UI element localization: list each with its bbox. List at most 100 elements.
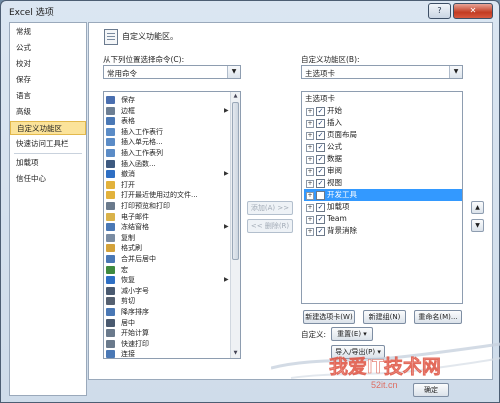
border-icon [106,106,115,115]
tab-visibility-checkbox[interactable] [316,191,325,200]
ribbon-tab-item[interactable]: + ✓ 背景消除 [304,225,462,237]
ribbon-tab-item[interactable]: + ✓ 开始 [304,105,462,117]
expand-icon[interactable]: + [306,132,314,140]
nav-item-quick-access-toolbar[interactable]: 快速访问工具栏 [10,137,86,151]
nav-item-trust-center[interactable]: 信任中心 [10,172,86,186]
tab-visibility-checkbox[interactable]: ✓ [316,107,325,116]
cut-icon [106,297,115,306]
expand-icon[interactable]: + [306,168,314,176]
customize-label: 自定义: [301,330,327,339]
expand-icon[interactable]: + [306,156,314,164]
expand-icon[interactable]: + [306,204,314,212]
tab-visibility-checkbox[interactable]: ✓ [316,167,325,176]
submenu-arrow-icon: ▶ [224,106,229,114]
ribbon-tab-item[interactable]: + ✓ 页面布局 [304,129,462,141]
move-up-button[interactable]: ▲ [471,201,484,214]
print-preview-icon [106,202,115,210]
tab-visibility-checkbox[interactable]: ✓ [316,215,325,224]
choose-commands-value: 常用命令 [107,69,137,78]
window-title: Excel 选项 [9,8,54,18]
expand-icon[interactable]: + [306,216,314,224]
ribbon-tabs-value: 主选项卡 [305,69,335,78]
close-button[interactable]: ✕ [453,3,493,19]
expand-icon[interactable]: + [306,228,314,236]
ribbon-tab-item[interactable]: + ✓ 数据 [304,153,462,165]
tab-visibility-checkbox[interactable]: ✓ [316,131,325,140]
align-center-icon [106,318,115,327]
commands-scrollbar[interactable]: ▲ ▼ [230,92,240,358]
sort-descending-icon [106,308,115,316]
submenu-arrow-icon: ▶ [224,276,229,284]
tab-visibility-checkbox[interactable]: ✓ [316,203,325,212]
ribbon-tab-item[interactable]: + ✓ 视图 [304,177,462,189]
ribbon-tabs-dropdown[interactable]: 主选项卡 ▼ [301,65,463,79]
tab-visibility-checkbox[interactable]: ✓ [316,155,325,164]
ribbon-tab-label: 视图 [327,178,342,187]
ribbon-tab-label: 数据 [327,154,342,163]
help-button[interactable]: ? [428,3,451,19]
remove-button[interactable]: << 删除(R) [247,219,293,233]
watermark-url: 52it.cn [371,380,398,390]
table-icon [106,117,115,126]
nav-item-customize-ribbon[interactable]: 自定义功能区 [10,121,86,135]
rename-button[interactable]: 重命名(M)... [414,310,462,324]
expand-icon[interactable]: + [306,180,314,188]
quick-print-icon [106,339,115,348]
chevron-down-icon: ▾ [363,330,367,338]
customize-ribbon-icon [104,29,118,45]
scroll-up-icon[interactable]: ▲ [231,92,240,101]
ribbon-tab-item[interactable]: + ✓ 审阅 [304,165,462,177]
ribbon-tab-item[interactable]: + ✓ 公式 [304,141,462,153]
insert-cells-icon [106,138,115,147]
nav-item-add-ins[interactable]: 加载项 [10,156,86,170]
scroll-down-icon[interactable]: ▼ [231,349,240,358]
nav-divider [14,153,82,154]
nav-item-general[interactable]: 常规 [10,25,86,39]
move-down-button[interactable]: ▼ [471,219,484,232]
ribbon-tabs-tree[interactable]: 主选项卡 + ✓ 开始 + ✓ 插入 + ✓ 页面布局 + ✓ 公式 + ✓ 数据 + ✓ 审阅 + ✓ 视图 + 开发工具… [301,91,463,304]
decrease-font-icon [106,286,115,295]
ribbon-tab-item[interactable]: + ✓ 加载项 [304,201,462,213]
ribbon-tab-item[interactable]: + 开发工具 [304,189,462,201]
insert-column-icon [106,149,115,157]
nav-item-language[interactable]: 语言 [10,89,86,103]
nav-item-advanced[interactable]: 高级 [10,105,86,119]
import-export-button[interactable]: 导入/导出(P) ▾ [331,345,385,359]
expand-icon[interactable]: + [306,144,314,152]
freeze-panes-icon [106,223,115,232]
tab-visibility-checkbox[interactable]: ✓ [316,179,325,188]
open-folder-icon [106,180,115,189]
chevron-down-icon[interactable]: ▼ [227,66,240,78]
chevron-down-icon[interactable]: ▼ [449,66,462,78]
ribbon-tab-label: 公式 [327,142,342,151]
nav-item-formulas[interactable]: 公式 [10,41,86,55]
tab-visibility-checkbox[interactable]: ✓ [316,143,325,152]
tree-header: 主选项卡 [304,93,462,105]
ribbon-tab-item[interactable]: + ✓ 插入 [304,117,462,129]
tab-visibility-checkbox[interactable]: ✓ [316,227,325,236]
ribbon-tab-label: 开始 [327,106,342,115]
nav-item-save[interactable]: 保存 [10,73,86,87]
undo-icon [106,170,115,179]
nav-item-proofing[interactable]: 校对 [10,57,86,71]
ok-button[interactable]: 确定 [413,383,449,397]
tab-visibility-checkbox[interactable]: ✓ [316,119,325,128]
add-button[interactable]: 添加(A) >> [247,201,293,215]
arrow-down-icon: ▼ [475,222,480,229]
command-label: 连接 [121,350,135,359]
new-group-button[interactable]: 新建组(N) [363,310,406,324]
ribbon-tab-label: Team [327,214,347,223]
ribbon-tab-item[interactable]: + ✓ Team [304,213,462,225]
choose-commands-label: 从下列位置选择命令(C): [103,55,185,64]
expand-icon[interactable]: + [306,192,314,200]
commands-list[interactable]: ▲ ▼ 保存 边框 ▶ 表格 插入工作表行 插入单元格... 插入工作表列 插入函数... 撤消… [103,91,241,359]
expand-icon[interactable]: + [306,108,314,116]
connection-icon [106,350,115,358]
expand-icon[interactable]: + [306,120,314,128]
insert-row-icon [106,127,115,136]
new-tab-button[interactable]: 新建选项卡(W) [303,310,355,324]
choose-commands-dropdown[interactable]: 常用命令 ▼ [103,65,241,79]
scroll-thumb[interactable] [232,102,239,260]
chevron-down-icon: ▾ [377,348,381,356]
reset-button[interactable]: 重置(E) ▾ [331,327,373,341]
